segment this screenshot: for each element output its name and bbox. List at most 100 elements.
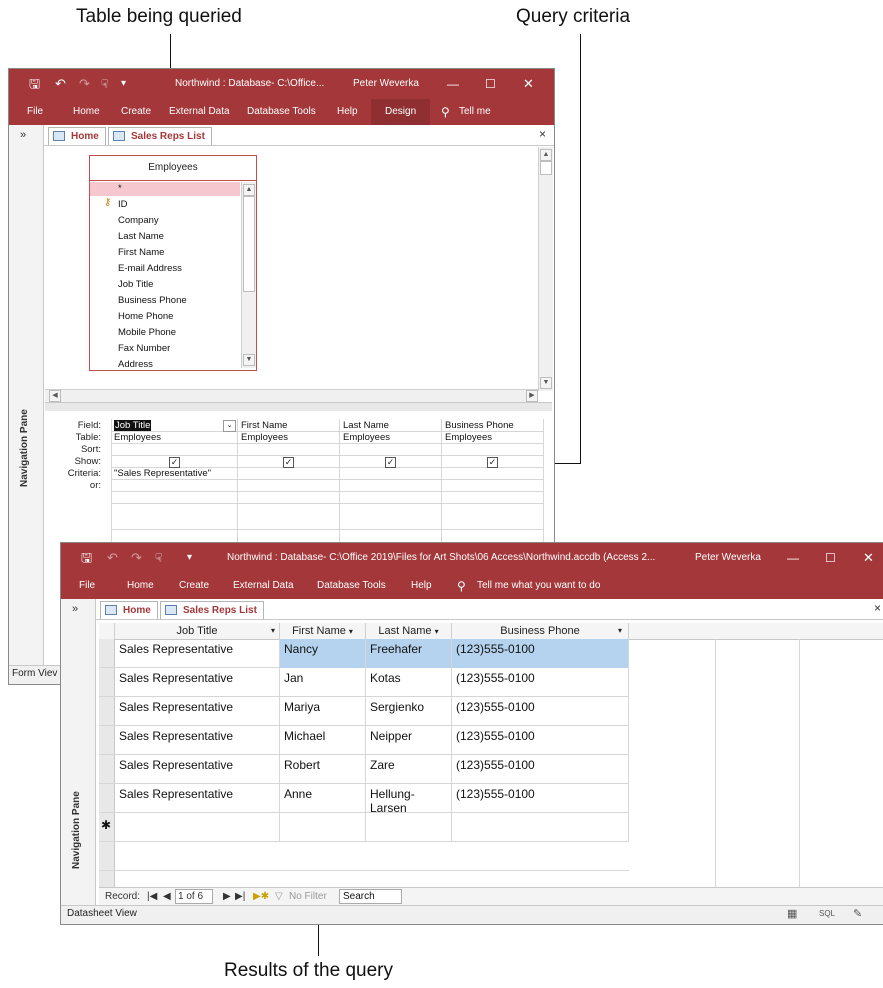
ds-close-tab-icon[interactable]: × bbox=[874, 601, 881, 615]
ds-ribbon-tab-help[interactable]: Help bbox=[411, 573, 432, 599]
qbe-table-3[interactable]: Employees bbox=[343, 432, 390, 443]
redo-icon[interactable]: ↷ bbox=[79, 69, 90, 99]
ribbon-tab-home[interactable]: Home bbox=[73, 99, 100, 125]
qbe-field-job-title[interactable]: Job Title bbox=[114, 420, 152, 431]
scroll-down-icon[interactable]: ▼ bbox=[540, 377, 552, 389]
previous-record-icon[interactable]: ◀ bbox=[163, 891, 171, 902]
cell-business-phone[interactable]: (123)555-0100 bbox=[452, 784, 629, 813]
cell-job-title[interactable]: Sales Representative bbox=[115, 726, 280, 755]
field-all[interactable]: * bbox=[118, 183, 122, 194]
field-address[interactable]: Address bbox=[118, 359, 153, 368]
field-email-address[interactable]: E-mail Address bbox=[118, 263, 182, 274]
undo-icon[interactable]: ↶ bbox=[55, 69, 66, 99]
column-header-job-title[interactable]: Job Title ▾ bbox=[115, 623, 280, 639]
field-scroll-up-icon[interactable]: ▲ bbox=[243, 184, 255, 196]
cell-last-name[interactable]: Freehafer bbox=[366, 639, 452, 668]
ds-ribbon-tab-create[interactable]: Create bbox=[179, 573, 209, 599]
cell-first-name[interactable]: Nancy bbox=[280, 639, 366, 668]
field-home-phone[interactable]: Home Phone bbox=[118, 311, 173, 322]
design-view-icon[interactable]: ✎ bbox=[853, 907, 862, 920]
column-header-first-name[interactable]: First Name ▾ bbox=[280, 623, 366, 639]
first-record-icon[interactable]: |◀ bbox=[147, 891, 157, 902]
cell-business-phone[interactable]: (123)555-0100 bbox=[452, 668, 629, 697]
show-checkbox-1[interactable]: ✓ bbox=[169, 457, 180, 468]
qbe-field-first-name[interactable]: First Name bbox=[241, 420, 287, 431]
tell-me-box[interactable]: Tell me bbox=[459, 99, 491, 125]
field-company[interactable]: Company bbox=[118, 215, 159, 226]
ribbon-tab-help[interactable]: Help bbox=[337, 99, 358, 125]
qbe-field-last-name[interactable]: Last Name bbox=[343, 420, 389, 431]
cell-job-title[interactable]: Sales Representative bbox=[115, 639, 280, 668]
search-icon[interactable]: ⚲ bbox=[441, 99, 450, 125]
cell-last-name[interactable]: Kotas bbox=[366, 668, 452, 697]
ribbon-tab-create[interactable]: Create bbox=[121, 99, 151, 125]
cell-business-phone[interactable]: (123)555-0100 bbox=[452, 755, 629, 784]
qbe-table-1[interactable]: Employees bbox=[114, 432, 161, 443]
search-input[interactable]: Search bbox=[339, 889, 402, 904]
cell-first-name[interactable]: Mariya bbox=[280, 697, 366, 726]
show-checkbox-3[interactable]: ✓ bbox=[385, 457, 396, 468]
filter-icon[interactable]: ▽ bbox=[275, 891, 283, 902]
cell-business-phone[interactable]: (123)555-0100 bbox=[452, 639, 629, 668]
qbe-table-4[interactable]: Employees bbox=[445, 432, 492, 443]
scroll-left-icon[interactable]: ◀ bbox=[49, 390, 61, 402]
all-fields-row[interactable] bbox=[90, 182, 240, 196]
ribbon-tab-database-tools[interactable]: Database Tools bbox=[247, 99, 316, 125]
last-record-icon[interactable]: ▶| bbox=[235, 891, 245, 902]
show-checkbox-2[interactable]: ✓ bbox=[283, 457, 294, 468]
scroll-right-icon[interactable]: ▶ bbox=[526, 390, 538, 402]
ds-redo-icon[interactable]: ↷ bbox=[131, 543, 142, 573]
field-last-name[interactable]: Last Name bbox=[118, 231, 164, 242]
cell-first-name[interactable]: Robert bbox=[280, 755, 366, 784]
column-header-business-phone[interactable]: Business Phone ▾ bbox=[452, 623, 629, 639]
cell-last-name[interactable]: Zare bbox=[366, 755, 452, 784]
datasheet-view-icon[interactable]: ▦ bbox=[787, 907, 797, 920]
ds-ribbon-tab-file[interactable]: File bbox=[79, 573, 95, 599]
tab-home[interactable]: Home bbox=[48, 127, 106, 145]
cell-last-name[interactable]: Hellung-Larsen bbox=[366, 784, 452, 813]
record-position-input[interactable]: 1 of 6 bbox=[175, 889, 213, 904]
ds-tab-sales-reps-list[interactable]: Sales Reps List bbox=[160, 601, 264, 619]
cell-job-title[interactable]: Sales Representative bbox=[115, 697, 280, 726]
ds-ribbon-tab-external-data[interactable]: External Data bbox=[233, 573, 294, 599]
ribbon-tab-design[interactable]: Design bbox=[371, 99, 431, 125]
navigation-pane-label[interactable]: Navigation Pane bbox=[19, 409, 30, 487]
scroll-thumb[interactable] bbox=[540, 161, 552, 175]
cell-job-title[interactable]: Sales Representative bbox=[115, 784, 280, 813]
table-pane-hscroll[interactable]: ◀ ▶ bbox=[45, 389, 538, 402]
ds-tab-home[interactable]: Home bbox=[100, 601, 158, 619]
new-record-nav-icon[interactable]: ▶✱ bbox=[253, 891, 269, 902]
ribbon-tab-external-data[interactable]: External Data bbox=[169, 99, 230, 125]
field-job-title[interactable]: Job Title bbox=[118, 279, 153, 290]
maximize-icon[interactable]: ☐ bbox=[485, 69, 496, 99]
navigation-pane[interactable]: » Navigation Pane bbox=[9, 125, 44, 668]
ds-ribbon-tab-database-tools[interactable]: Database Tools bbox=[317, 573, 386, 599]
employees-table-box[interactable]: Employees * ⚷ ID Company Last Name First… bbox=[89, 155, 257, 371]
field-scroll-down-icon[interactable]: ▼ bbox=[243, 354, 255, 366]
nav-expand-icon[interactable]: » bbox=[20, 129, 26, 141]
field-scroll-thumb[interactable] bbox=[243, 196, 255, 292]
ds-save-icon[interactable]: 🖫 bbox=[81, 543, 92, 573]
field-business-phone[interactable]: Business Phone bbox=[118, 295, 187, 306]
field-first-name[interactable]: First Name bbox=[118, 247, 164, 258]
ds-ribbon-tab-home[interactable]: Home bbox=[127, 573, 154, 599]
cell-first-name[interactable]: Michael bbox=[280, 726, 366, 755]
qbe-field-business-phone[interactable]: Business Phone bbox=[445, 420, 514, 431]
table-row[interactable]: Sales Representative Michael Neipper (12… bbox=[99, 726, 629, 755]
column-header-last-name[interactable]: Last Name ▾ bbox=[366, 623, 452, 639]
ribbon-tab-file[interactable]: File bbox=[27, 99, 43, 125]
ds-search-icon[interactable]: ⚲ bbox=[457, 573, 466, 599]
table-pane-vscroll[interactable]: ▲ ▼ bbox=[538, 147, 553, 391]
ds-touch-mode-icon[interactable]: ☟ bbox=[155, 543, 162, 573]
no-filter-indicator[interactable]: No Filter bbox=[289, 891, 327, 902]
show-checkbox-4[interactable]: ✓ bbox=[487, 457, 498, 468]
touch-mode-icon[interactable]: ☟ bbox=[101, 69, 108, 99]
ds-qat-customize-icon[interactable]: ▾ bbox=[187, 543, 192, 573]
table-row[interactable]: Sales Representative Robert Zare (123)55… bbox=[99, 755, 629, 784]
sql-view-button[interactable]: SQL bbox=[819, 909, 835, 918]
ds-navigation-pane[interactable]: » Navigation Pane bbox=[61, 599, 96, 907]
cell-business-phone[interactable]: (123)555-0100 bbox=[452, 726, 629, 755]
table-row[interactable]: Sales Representative Nancy Freehafer (12… bbox=[99, 639, 629, 668]
field-id[interactable]: ID bbox=[118, 199, 128, 210]
cell-last-name[interactable]: Sergienko bbox=[366, 697, 452, 726]
